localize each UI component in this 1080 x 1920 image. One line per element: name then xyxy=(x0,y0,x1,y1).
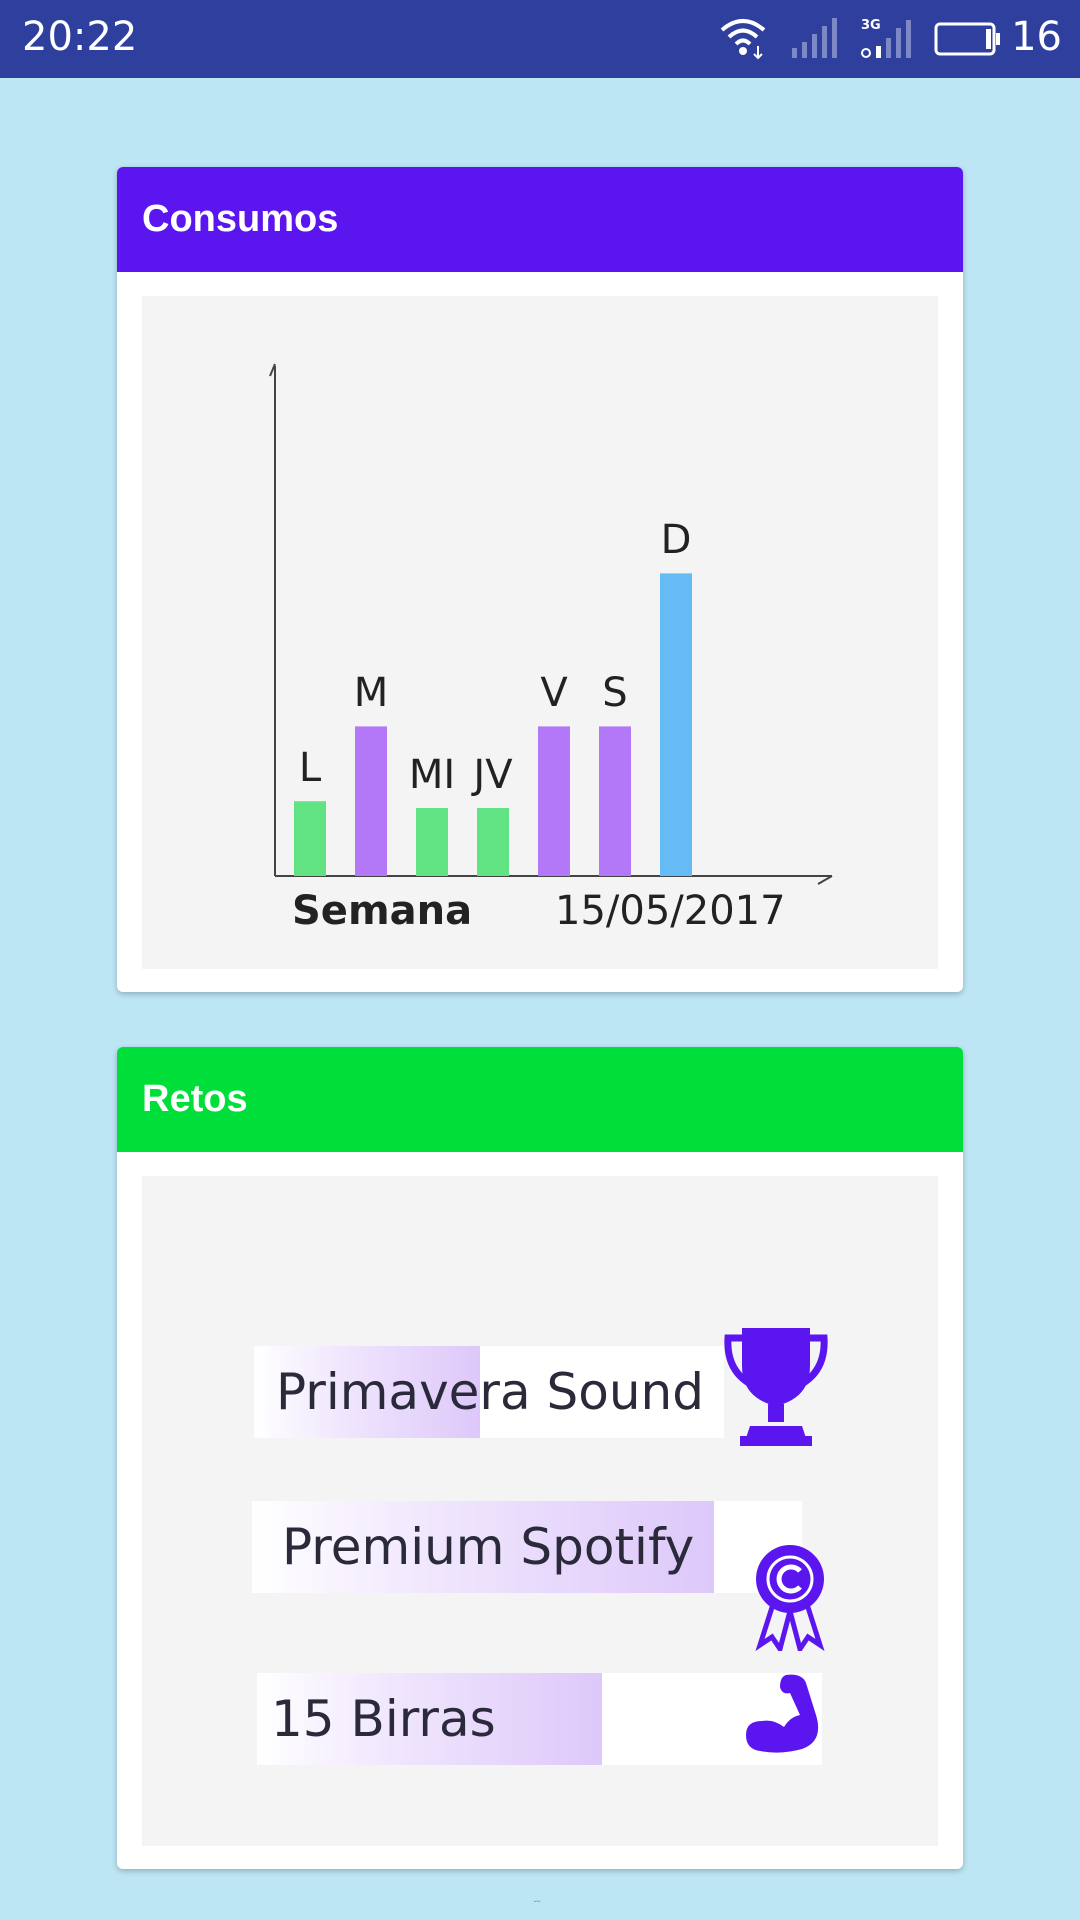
bar-label-l: L xyxy=(298,745,322,792)
retos-card: Retos Primavera Sound Premium Spotify 15… xyxy=(117,1047,963,1869)
signal-strength-icon xyxy=(792,18,837,58)
consumos-title: Consumos xyxy=(142,198,339,240)
challenge-label: Primavera Sound xyxy=(276,1363,704,1421)
flexed-arm-icon xyxy=(746,1674,819,1753)
challenge-row[interactable]: 15 Birras xyxy=(257,1673,822,1765)
retos-header: Retos xyxy=(117,1047,963,1152)
challenge-row[interactable]: Primavera Sound xyxy=(254,1346,724,1438)
bar-d xyxy=(660,573,692,876)
award-ribbon-icon xyxy=(755,1545,825,1651)
challenge-row[interactable]: Premium Spotify xyxy=(252,1501,802,1593)
battery-level: 16 xyxy=(1011,14,1062,60)
week-date: 15/05/2017 xyxy=(555,888,786,934)
trophy-icon xyxy=(724,1328,828,1446)
bar-l xyxy=(294,801,326,876)
wifi-icon xyxy=(720,19,766,60)
bar-s xyxy=(599,726,631,876)
signal-3g-icon xyxy=(861,20,911,58)
chart-panel: L M MI JV V S D Semana 15/05/2017 xyxy=(142,296,938,969)
status-time: 20:22 xyxy=(22,14,138,60)
x-axis-arrow xyxy=(817,875,833,885)
home-indicator: ˘˘ xyxy=(534,1900,541,1911)
x-axis-label: Semana xyxy=(292,888,473,934)
bar-mi xyxy=(416,808,448,876)
bar-label-d: D xyxy=(660,517,692,564)
consumption-chart xyxy=(269,363,833,885)
bar-label-s: S xyxy=(602,670,628,717)
challenges-panel: Primavera Sound Premium Spotify 15 Birra… xyxy=(142,1176,938,1846)
challenge-label: 15 Birras xyxy=(271,1690,496,1748)
bars-group xyxy=(294,573,692,876)
bar-label-m: M xyxy=(353,670,389,717)
status-bar: 20:22 3G 16 xyxy=(0,0,1080,78)
bar-jv xyxy=(477,808,509,876)
battery-icon xyxy=(934,22,1000,56)
bar-label-jv: JV xyxy=(473,752,513,798)
consumos-card: Consumos L M MI JV V S D Semana 15/05/2017 xyxy=(117,167,963,992)
retos-title: Retos xyxy=(142,1078,248,1120)
consumos-header: Consumos xyxy=(117,167,963,272)
bar-v xyxy=(538,726,570,876)
challenge-label: Premium Spotify xyxy=(282,1518,695,1576)
